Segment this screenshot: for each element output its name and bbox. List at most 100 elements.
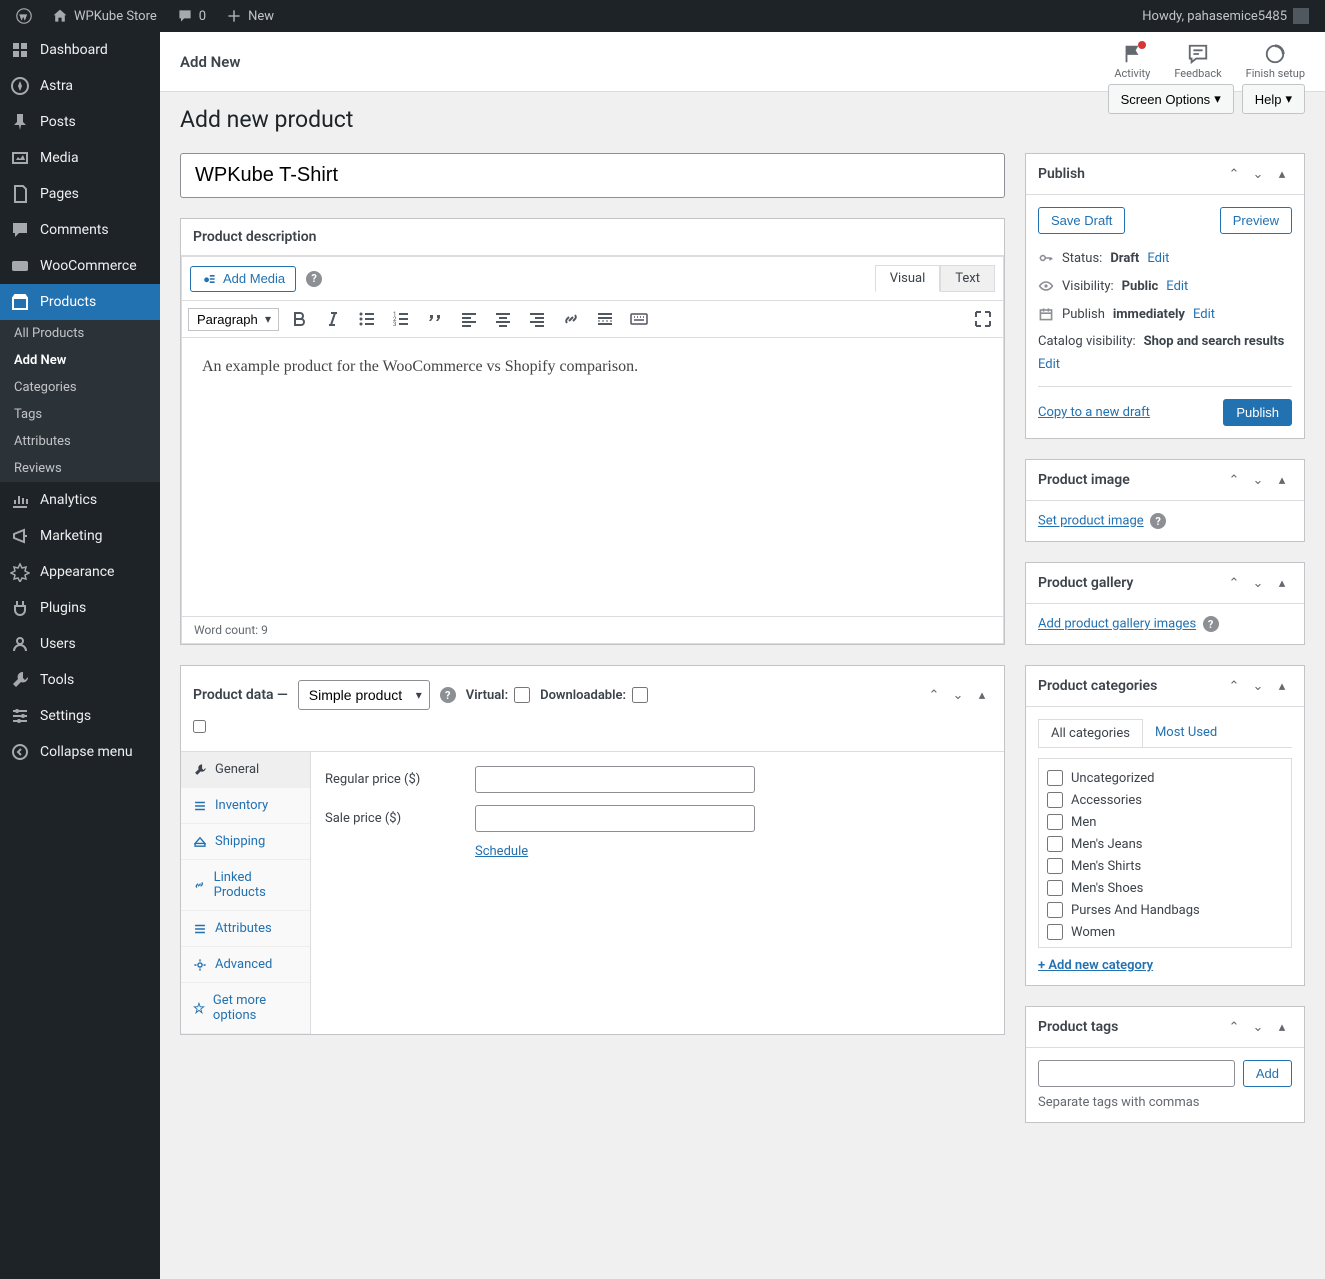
link-button[interactable] bbox=[557, 305, 585, 333]
category-item[interactable]: Men bbox=[1047, 811, 1283, 833]
category-item[interactable]: Men's Shoes bbox=[1047, 877, 1283, 899]
format-select[interactable]: Paragraph bbox=[188, 308, 279, 331]
chevron-up-icon[interactable]: ⌃ bbox=[1224, 470, 1244, 490]
chevron-up-icon[interactable]: ⌃ bbox=[924, 685, 944, 705]
submenu-item-categories[interactable]: Categories bbox=[0, 374, 160, 401]
publish-button[interactable]: Publish bbox=[1223, 399, 1292, 426]
set-product-image-link[interactable]: Set product image bbox=[1038, 514, 1144, 529]
category-item[interactable]: Accessories bbox=[1047, 789, 1283, 811]
text-tab[interactable]: Text bbox=[940, 265, 995, 292]
pd-tab-general[interactable]: General bbox=[181, 752, 310, 788]
submenu-item-tags[interactable]: Tags bbox=[0, 401, 160, 428]
help-button[interactable]: Help ▾ bbox=[1242, 84, 1305, 114]
pd-tab-inventory[interactable]: Inventory bbox=[181, 788, 310, 824]
chevron-down-icon[interactable]: ⌄ bbox=[948, 685, 968, 705]
category-item[interactable]: Women bbox=[1047, 921, 1283, 943]
category-item[interactable]: Uncategorized bbox=[1047, 767, 1283, 789]
quote-button[interactable] bbox=[421, 305, 449, 333]
downloadable-check[interactable]: Downloadable: bbox=[540, 687, 648, 703]
save-draft-button[interactable]: Save Draft bbox=[1038, 207, 1125, 234]
italic-button[interactable] bbox=[319, 305, 347, 333]
chevron-down-icon[interactable]: ⌄ bbox=[1248, 573, 1268, 593]
help-icon[interactable]: ? bbox=[1150, 513, 1166, 529]
site-name-link[interactable]: WPKube Store bbox=[44, 0, 165, 32]
add-new-category-link[interactable]: + Add new category bbox=[1038, 958, 1153, 973]
pd-tab-attributes[interactable]: Attributes bbox=[181, 911, 310, 947]
ol-button[interactable]: 123 bbox=[387, 305, 415, 333]
chevron-down-icon[interactable]: ⌄ bbox=[1248, 470, 1268, 490]
add-media-button[interactable]: Add Media bbox=[190, 266, 296, 292]
edit-publish-link[interactable]: Edit bbox=[1193, 307, 1215, 322]
toggle-icon[interactable]: ▴ bbox=[1272, 164, 1292, 184]
sidebar-item-comments[interactable]: Comments bbox=[0, 212, 160, 248]
comments-link[interactable]: 0 bbox=[169, 0, 214, 32]
product-data-checkbox[interactable] bbox=[193, 720, 206, 733]
category-item[interactable]: Purses And Handbags bbox=[1047, 899, 1283, 921]
product-title-input[interactable] bbox=[180, 153, 1005, 198]
submenu-item-add-new[interactable]: Add New bbox=[0, 347, 160, 374]
category-item[interactable]: Men's Jeans bbox=[1047, 833, 1283, 855]
sidebar-item-tools[interactable]: Tools bbox=[0, 662, 160, 698]
chevron-down-icon[interactable]: ⌄ bbox=[1248, 164, 1268, 184]
edit-visibility-link[interactable]: Edit bbox=[1166, 279, 1188, 294]
feedback-button[interactable]: Feedback bbox=[1174, 43, 1221, 80]
help-icon[interactable]: ? bbox=[1203, 616, 1219, 632]
sidebar-item-woocommerce[interactable]: WooCommerce bbox=[0, 248, 160, 284]
edit-status-link[interactable]: Edit bbox=[1147, 251, 1169, 266]
pd-tab-shipping[interactable]: Shipping bbox=[181, 824, 310, 860]
pd-tab-advanced[interactable]: Advanced bbox=[181, 947, 310, 983]
submenu-item-all-products[interactable]: All Products bbox=[0, 320, 160, 347]
finish-setup-button[interactable]: Finish setup bbox=[1246, 43, 1305, 80]
align-right-button[interactable] bbox=[523, 305, 551, 333]
sidebar-item-marketing[interactable]: Marketing bbox=[0, 518, 160, 554]
align-left-button[interactable] bbox=[455, 305, 483, 333]
submenu-item-attributes[interactable]: Attributes bbox=[0, 428, 160, 455]
chevron-down-icon[interactable]: ⌄ bbox=[1248, 676, 1268, 696]
sidebar-item-appearance[interactable]: Appearance bbox=[0, 554, 160, 590]
user-greeting[interactable]: Howdy, pahasemice5485 bbox=[1134, 0, 1317, 32]
sidebar-item-pages[interactable]: Pages bbox=[0, 176, 160, 212]
sidebar-item-plugins[interactable]: Plugins bbox=[0, 590, 160, 626]
sidebar-item-media[interactable]: Media bbox=[0, 140, 160, 176]
pd-tab-linked-products[interactable]: Linked Products bbox=[181, 860, 310, 911]
new-link[interactable]: New bbox=[218, 0, 282, 32]
add-tag-button[interactable]: Add bbox=[1243, 1060, 1292, 1087]
editor-body[interactable]: An example product for the WooCommerce v… bbox=[181, 337, 1004, 617]
align-center-button[interactable] bbox=[489, 305, 517, 333]
product-type-select[interactable]: Simple product bbox=[298, 680, 430, 710]
chevron-up-icon[interactable]: ⌃ bbox=[1224, 676, 1244, 696]
toggle-icon[interactable]: ▴ bbox=[972, 685, 992, 705]
activity-button[interactable]: Activity bbox=[1114, 43, 1150, 80]
virtual-check[interactable]: Virtual: bbox=[466, 687, 530, 703]
tab-most-used[interactable]: Most Used bbox=[1143, 719, 1229, 747]
chevron-down-icon[interactable]: ⌄ bbox=[1248, 1017, 1268, 1037]
sidebar-item-settings[interactable]: Settings bbox=[0, 698, 160, 734]
sidebar-item-astra[interactable]: Astra bbox=[0, 68, 160, 104]
visual-tab[interactable]: Visual bbox=[875, 265, 941, 292]
submenu-item-reviews[interactable]: Reviews bbox=[0, 455, 160, 482]
toggle-icon[interactable]: ▴ bbox=[1272, 676, 1292, 696]
chevron-up-icon[interactable]: ⌃ bbox=[1224, 164, 1244, 184]
sidebar-item-products[interactable]: Products bbox=[0, 284, 160, 320]
pd-tab-get-more-options[interactable]: Get more options bbox=[181, 983, 310, 1034]
fullscreen-button[interactable] bbox=[969, 305, 997, 333]
tab-all-categories[interactable]: All categories bbox=[1038, 719, 1143, 747]
regular-price-input[interactable] bbox=[475, 766, 755, 793]
sidebar-item-posts[interactable]: Posts bbox=[0, 104, 160, 140]
add-gallery-link[interactable]: Add product gallery images bbox=[1038, 617, 1196, 632]
wp-logo[interactable] bbox=[8, 0, 40, 32]
tags-input[interactable] bbox=[1038, 1060, 1235, 1087]
toggle-icon[interactable]: ▴ bbox=[1272, 573, 1292, 593]
bold-button[interactable] bbox=[285, 305, 313, 333]
sidebar-item-dashboard[interactable]: Dashboard bbox=[0, 32, 160, 68]
chevron-up-icon[interactable]: ⌃ bbox=[1224, 573, 1244, 593]
schedule-link[interactable]: Schedule bbox=[475, 844, 528, 859]
toggle-icon[interactable]: ▴ bbox=[1272, 470, 1292, 490]
preview-button[interactable]: Preview bbox=[1220, 207, 1292, 234]
more-button[interactable] bbox=[591, 305, 619, 333]
edit-catalog-link[interactable]: Edit bbox=[1038, 357, 1060, 372]
ul-button[interactable] bbox=[353, 305, 381, 333]
category-item[interactable]: Men's Shirts bbox=[1047, 855, 1283, 877]
help-icon[interactable]: ? bbox=[306, 271, 322, 287]
toggle-icon[interactable]: ▴ bbox=[1272, 1017, 1292, 1037]
